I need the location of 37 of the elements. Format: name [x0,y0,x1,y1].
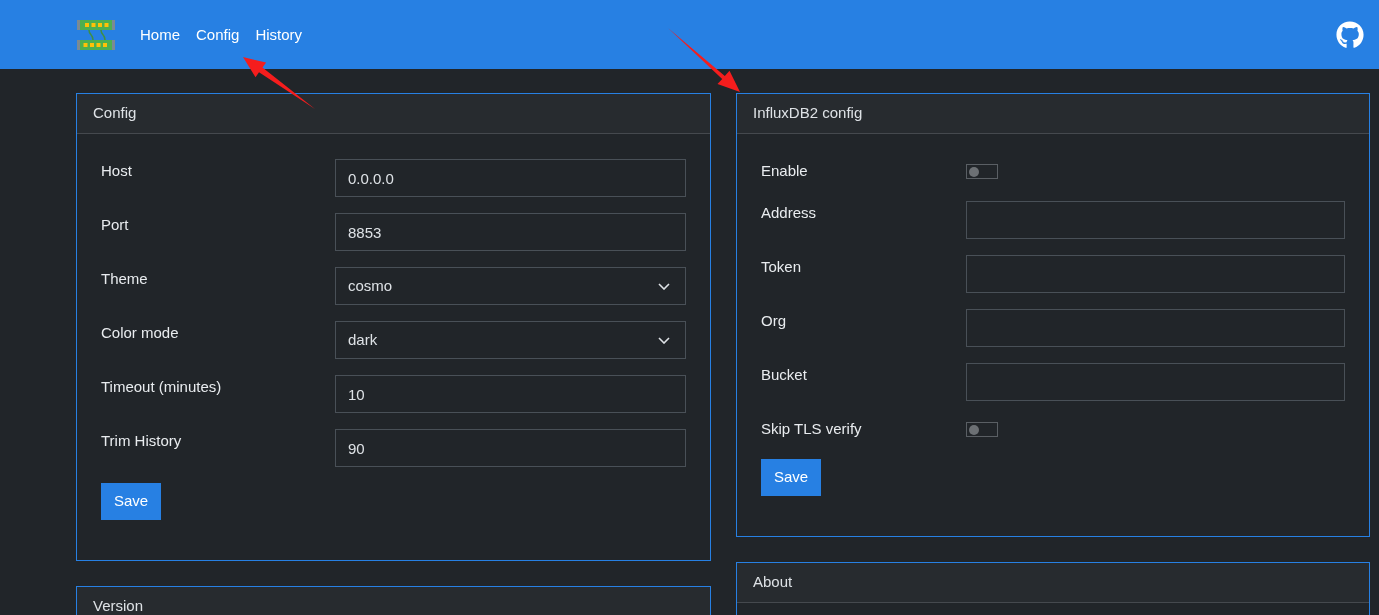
nav-link[interactable]: Config [188,22,248,47]
circuit-boards-icon [77,18,115,51]
field-label: Org [761,311,787,331]
field-label: Address [761,203,818,223]
field-label: Token [761,257,803,277]
field-label: Port [101,215,130,235]
field-label: Trim History [101,431,183,451]
field-label: Bucket [761,365,808,385]
field-label: Timeout (minutes) [101,377,223,397]
chevron-down-icon [658,336,670,344]
text-field[interactable] [966,201,1345,239]
field-label: Enable [761,161,809,181]
dropdown-field[interactable]: cosmo [335,267,686,305]
card-title: Config [93,103,137,124]
save-button[interactable]: Save [101,483,162,520]
card-title: Version [93,596,144,615]
card-title: About [753,572,793,593]
field-label: Color mode [101,323,180,343]
text-field[interactable]: 10 [335,375,686,413]
save-button[interactable]: Save [761,459,822,496]
chevron-down-icon [658,282,670,290]
field-label: Host [101,161,133,181]
text-field[interactable]: 90 [335,429,686,467]
field-label: Theme [101,269,149,289]
text-field[interactable] [966,255,1345,293]
text-field[interactable]: 0.0.0.0 [335,159,686,197]
field-label: Skip TLS verify [761,419,863,439]
toggle-switch[interactable] [966,164,998,179]
text-field[interactable] [966,309,1345,347]
card-title: InfluxDB2 config [753,103,863,124]
text-field[interactable] [966,363,1345,401]
nav-link[interactable]: Home [132,22,188,47]
dropdown-field[interactable]: dark [335,321,686,359]
github-icon[interactable] [1336,20,1364,49]
toggle-switch[interactable] [966,422,998,437]
text-field[interactable]: 8853 [335,213,686,251]
nav-link[interactable]: History [247,22,311,47]
